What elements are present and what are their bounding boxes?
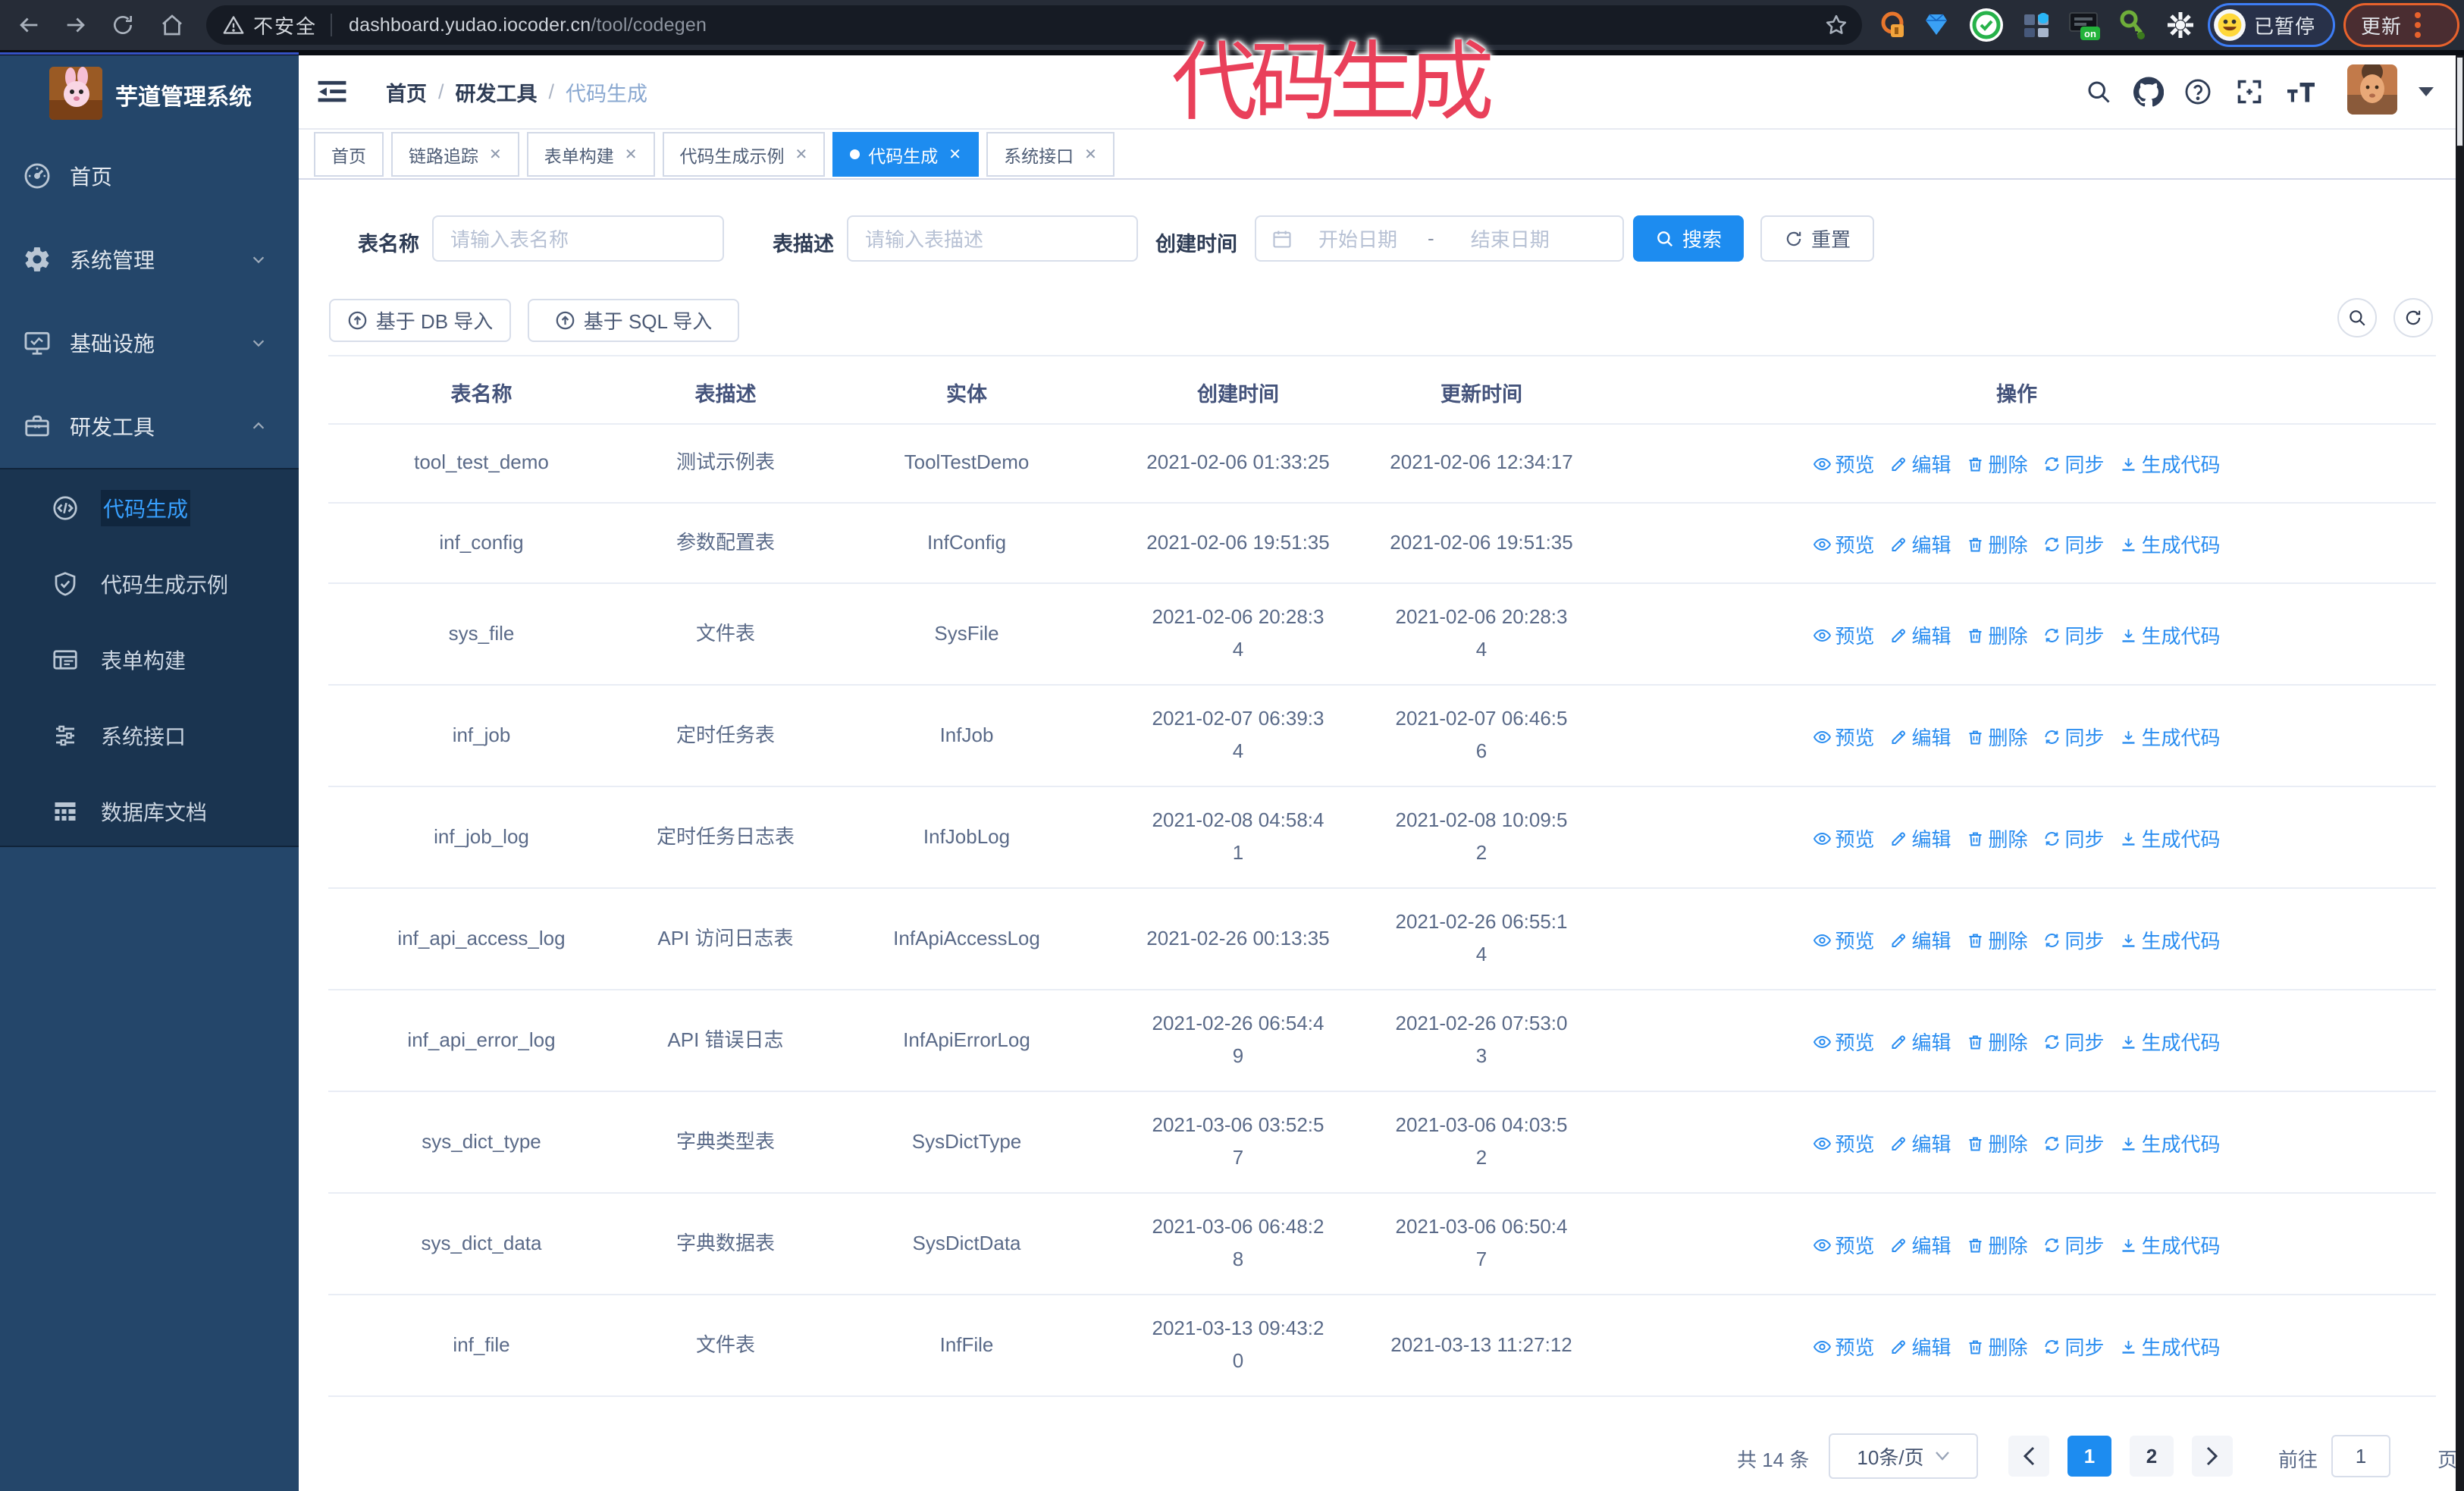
svg-text:on: on (2084, 28, 2096, 39)
